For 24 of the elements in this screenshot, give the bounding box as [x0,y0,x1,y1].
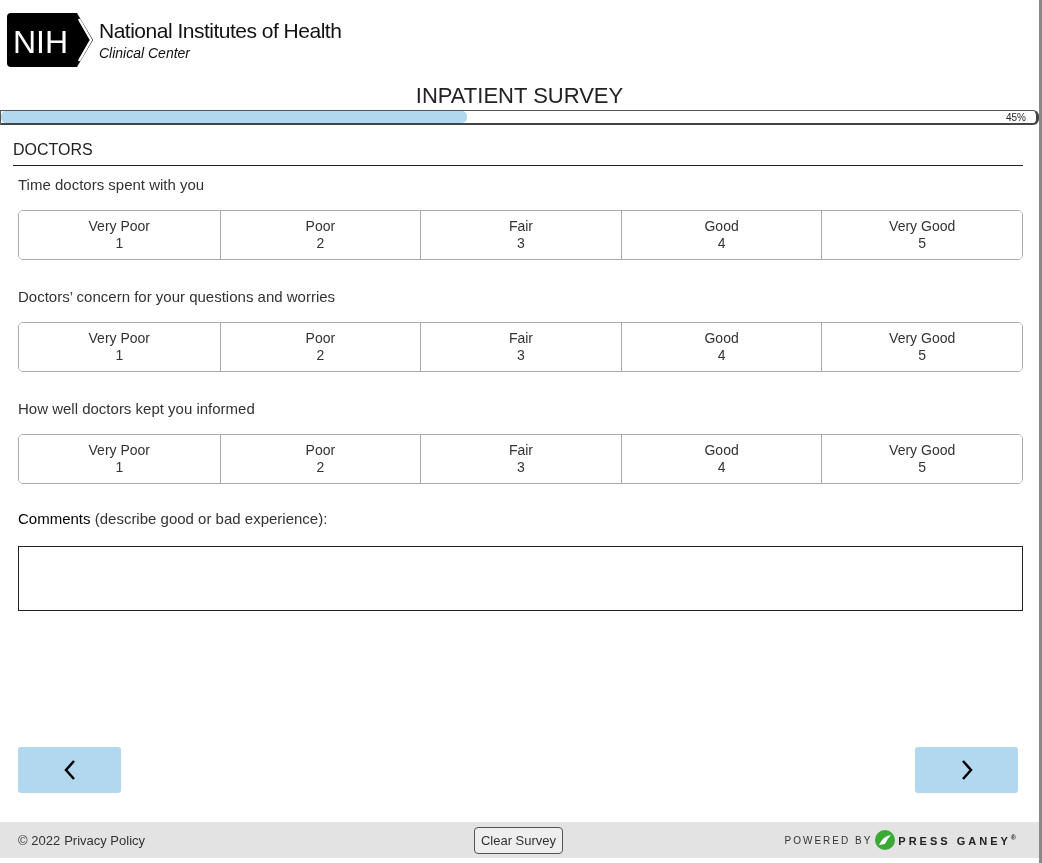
back-button[interactable] [18,747,121,793]
rating-option[interactable]: Very Good 5 [821,211,1022,259]
comments-field[interactable] [18,546,1023,611]
survey-title: INPATIENT SURVEY [414,83,625,110]
question-text: Doctors’ concern for your questions and worries [18,288,337,305]
chevron-left-icon [62,759,77,781]
rating-option[interactable]: Very Good 5 [821,435,1022,483]
leaf-logo-icon [875,830,896,850]
question-text: Time doctors spent with you [18,176,206,193]
privacy-link[interactable]: Privacy Policy [64,832,146,848]
clear-survey-button[interactable]: Clear Survey [473,826,564,854]
progress-reading: 45% [1006,112,1026,123]
question-text: How well doctors kept you informed [18,400,256,417]
nih-logo-icon: NIH [7,13,93,67]
powered-by-text: POWERED BY [784,834,873,846]
next-button[interactable] [915,747,1018,793]
copyright-text: © 2022 [18,832,61,848]
org-name: National Institutes of Health [99,19,342,43]
chevron-right-icon [959,759,974,781]
section-heading: DOCTORS [13,125,1023,166]
comments-label: Comments (describe good or bad experience): [18,510,329,527]
rating-option[interactable]: Very Good 5 [821,323,1022,371]
org-unit: Clinical Center [99,45,192,61]
brand-name: PRESS GANEY$^{®}$ [898,833,1019,847]
